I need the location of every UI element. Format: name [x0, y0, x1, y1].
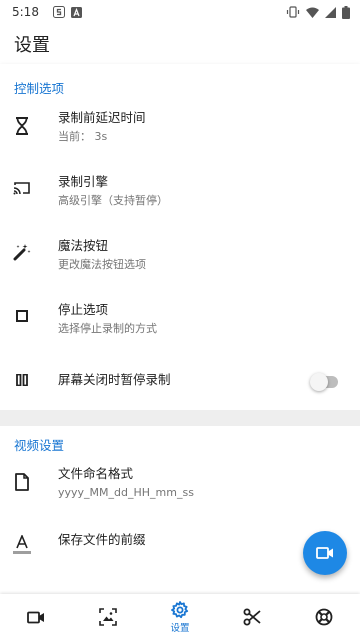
bottom-navigation: 设置 — [0, 594, 360, 640]
status-time: 5:18 — [12, 5, 39, 19]
cast-icon — [12, 178, 32, 198]
support-icon — [315, 608, 333, 626]
record-fab-button[interactable] — [303, 531, 347, 575]
nav-settings[interactable]: 设置 — [144, 594, 216, 640]
vibrate-icon — [286, 6, 300, 18]
video-camera-icon — [27, 611, 44, 623]
setting-stop-options[interactable]: 停止选项 选择停止录制的方式 — [0, 302, 360, 358]
hourglass-icon — [12, 116, 32, 136]
scissors-icon — [243, 608, 261, 626]
battery-icon — [342, 5, 350, 19]
signal-icon — [325, 6, 336, 18]
nav-gallery[interactable] — [72, 594, 144, 640]
setting-filename-value: yyyy_MM_dd_HH_mm_ss — [58, 486, 194, 499]
image-icon — [99, 608, 117, 626]
wifi-icon — [306, 7, 319, 18]
magic-wand-icon — [12, 242, 32, 262]
setting-delay-value: 当前： 3s — [58, 130, 108, 143]
setting-engine[interactable]: 录制引擎 高级引擎（支持暂停） — [0, 172, 360, 228]
setting-delay[interactable]: 录制前延迟时间 当前： 3s — [0, 108, 360, 164]
file-icon — [12, 472, 32, 492]
control-options-card: 控制选项 录制前延迟时间 当前： 3s 录制引擎 高级引擎（支持暂停） 魔法按钮… — [0, 64, 360, 410]
setting-magic-title: 魔法按钮 — [58, 238, 109, 253]
video-camera-icon — [316, 547, 333, 559]
nav-record[interactable] — [0, 594, 72, 640]
nav-support[interactable] — [288, 594, 360, 640]
setting-filename-format[interactable]: 文件命名格式 yyyy_MM_dd_HH_mm_ss — [0, 466, 360, 522]
text-format-icon — [12, 535, 32, 555]
setting-engine-title: 录制引擎 — [58, 174, 109, 189]
setting-pause-on-screen-off[interactable]: 屏幕关闭时暂停录制 — [0, 366, 360, 396]
settings-icon — [171, 600, 189, 618]
section-header-video: 视频设置 — [14, 438, 65, 453]
section-header-control: 控制选项 — [14, 81, 65, 96]
notification-a-icon — [70, 6, 82, 18]
setting-stop-value: 选择停止录制的方式 — [58, 322, 157, 335]
setting-magic-value: 更改魔法按钮选项 — [58, 258, 146, 271]
setting-engine-value: 高级引擎（支持暂停） — [58, 194, 168, 207]
video-settings-card: 视频设置 文件命名格式 yyyy_MM_dd_HH_mm_ss 保存文件的前缀 — [0, 426, 360, 596]
toggle-knob — [310, 373, 328, 391]
status-bar: 5:18 — [0, 0, 360, 24]
setting-magic-button[interactable]: 魔法按钮 更改魔法按钮选项 — [0, 236, 360, 292]
pause-icon — [12, 370, 32, 390]
setting-prefix-title: 保存文件的前缀 — [58, 532, 146, 547]
section-divider — [0, 410, 360, 426]
setting-filename-title: 文件命名格式 — [58, 466, 134, 481]
notification-s-icon — [52, 6, 65, 18]
nav-edit[interactable] — [216, 594, 288, 640]
nav-settings-label: 设置 — [170, 622, 190, 634]
setting-stop-title: 停止选项 — [58, 302, 109, 317]
stop-icon — [12, 306, 32, 326]
setting-pause-title: 屏幕关闭时暂停录制 — [58, 372, 171, 387]
setting-delay-title: 录制前延迟时间 — [58, 110, 146, 125]
page-title: 设置 — [14, 35, 50, 56]
pause-toggle-switch[interactable] — [310, 373, 338, 391]
